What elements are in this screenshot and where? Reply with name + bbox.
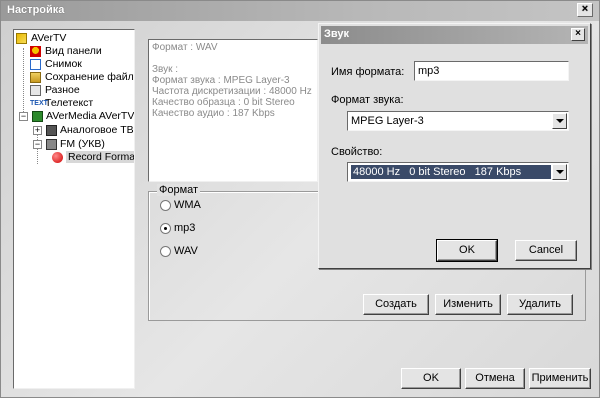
device-icon xyxy=(32,111,43,122)
tree-item-fm[interactable]: − FM (УКВ) xyxy=(30,138,105,151)
info-line: Звук : xyxy=(152,64,179,75)
info-line: Формат звука : MPEG Layer-3 xyxy=(152,75,290,86)
radio-mp3[interactable] xyxy=(160,223,171,234)
panel-view-icon xyxy=(30,46,41,57)
misc-icon xyxy=(30,85,41,96)
create-button[interactable]: Создать xyxy=(363,294,429,315)
window-title: Настройка xyxy=(7,4,65,16)
cancel-button[interactable]: Отмена xyxy=(465,368,525,389)
sound-dialog: Звук × Имя формата: mp3 Формат звука: MP… xyxy=(318,23,591,269)
radio-wav-label[interactable]: WAV xyxy=(174,245,198,257)
info-line: Качество образца : 0 bit Stereo xyxy=(152,97,295,108)
property-label: Свойство: xyxy=(331,146,383,158)
tree-item-device[interactable]: − AVerMedia AVerTV M xyxy=(16,110,134,123)
info-line: Частота дискретизации : 48000 Hz xyxy=(152,86,312,97)
sound-format-value: MPEG Layer-3 xyxy=(351,115,424,127)
record-icon xyxy=(52,152,63,163)
sound-dialog-titlebar[interactable]: Звук × xyxy=(321,26,588,44)
tree-item-misc[interactable]: Разное xyxy=(30,84,80,97)
analog-tv-icon xyxy=(46,125,57,136)
fm-radio-icon xyxy=(46,139,57,150)
tree-item-analog-tv[interactable]: + Аналоговое ТВ xyxy=(30,124,134,137)
apply-button[interactable]: Применить xyxy=(529,368,591,389)
info-line: Формат : WAV xyxy=(152,42,218,53)
edit-button[interactable]: Изменить xyxy=(435,294,501,315)
radio-wma-label[interactable]: WMA xyxy=(174,199,201,211)
format-name-input[interactable]: mp3 xyxy=(414,61,569,81)
settings-window: Настройка × AVerTV Вид панели Снимок Сох… xyxy=(0,0,600,398)
collapse-icon[interactable]: − xyxy=(19,112,28,121)
tree-item-record-format[interactable]: Record Forma xyxy=(52,151,134,164)
teletext-icon: TEXT xyxy=(30,100,48,107)
tree-connector xyxy=(23,48,24,118)
format-name-label: Имя формата: xyxy=(331,66,405,78)
collapse-icon[interactable]: − xyxy=(33,140,42,149)
tree-item-save-files[interactable]: Сохранение файлов xyxy=(30,71,134,84)
radio-mp3-label[interactable]: mp3 xyxy=(174,222,195,234)
chevron-down-icon[interactable] xyxy=(552,164,567,180)
info-line xyxy=(152,53,314,64)
delete-button[interactable]: Удалить xyxy=(507,294,573,315)
format-group-legend: Формат xyxy=(157,184,201,196)
chevron-down-icon[interactable] xyxy=(552,113,567,129)
window-titlebar[interactable]: Настройка × xyxy=(1,1,599,21)
window-close-button[interactable]: × xyxy=(577,3,593,17)
dialog-ok-button[interactable]: OK xyxy=(436,239,498,262)
tree-item-snapshot[interactable]: Снимок xyxy=(30,58,82,71)
sound-format-label: Формат звука: xyxy=(331,94,404,106)
sound-format-select[interactable]: MPEG Layer-3 xyxy=(347,111,569,131)
sound-dialog-close-button[interactable]: × xyxy=(571,28,585,41)
app-folder-icon xyxy=(16,33,27,44)
property-select[interactable]: 48000 Hz 0 bit Stereo 187 Kbps xyxy=(347,162,569,182)
expand-icon[interactable]: + xyxy=(33,126,42,135)
tree-item-panel-view[interactable]: Вид панели xyxy=(30,45,102,58)
ok-button[interactable]: OK xyxy=(401,368,461,389)
dialog-cancel-button[interactable]: Cancel xyxy=(515,240,577,261)
radio-wav[interactable] xyxy=(160,246,171,257)
info-line: Качество аудио : 187 Kbps xyxy=(152,108,275,119)
radio-wma[interactable] xyxy=(160,200,171,211)
sound-dialog-title: Звук xyxy=(324,28,350,40)
tree-item-teletext[interactable]: TEXT Телетекст xyxy=(30,97,93,110)
save-files-icon xyxy=(30,72,41,83)
tree-item-avertv[interactable]: AVerTV xyxy=(16,32,66,45)
property-value: 48000 Hz 0 bit Stereo 187 Kbps xyxy=(351,165,551,179)
settings-tree[interactable]: AVerTV Вид панели Снимок Сохранение файл… xyxy=(13,29,135,389)
snapshot-icon xyxy=(30,59,41,70)
format-info-box: Формат : WAV Звук : Формат звука : MPEG … xyxy=(148,39,318,182)
